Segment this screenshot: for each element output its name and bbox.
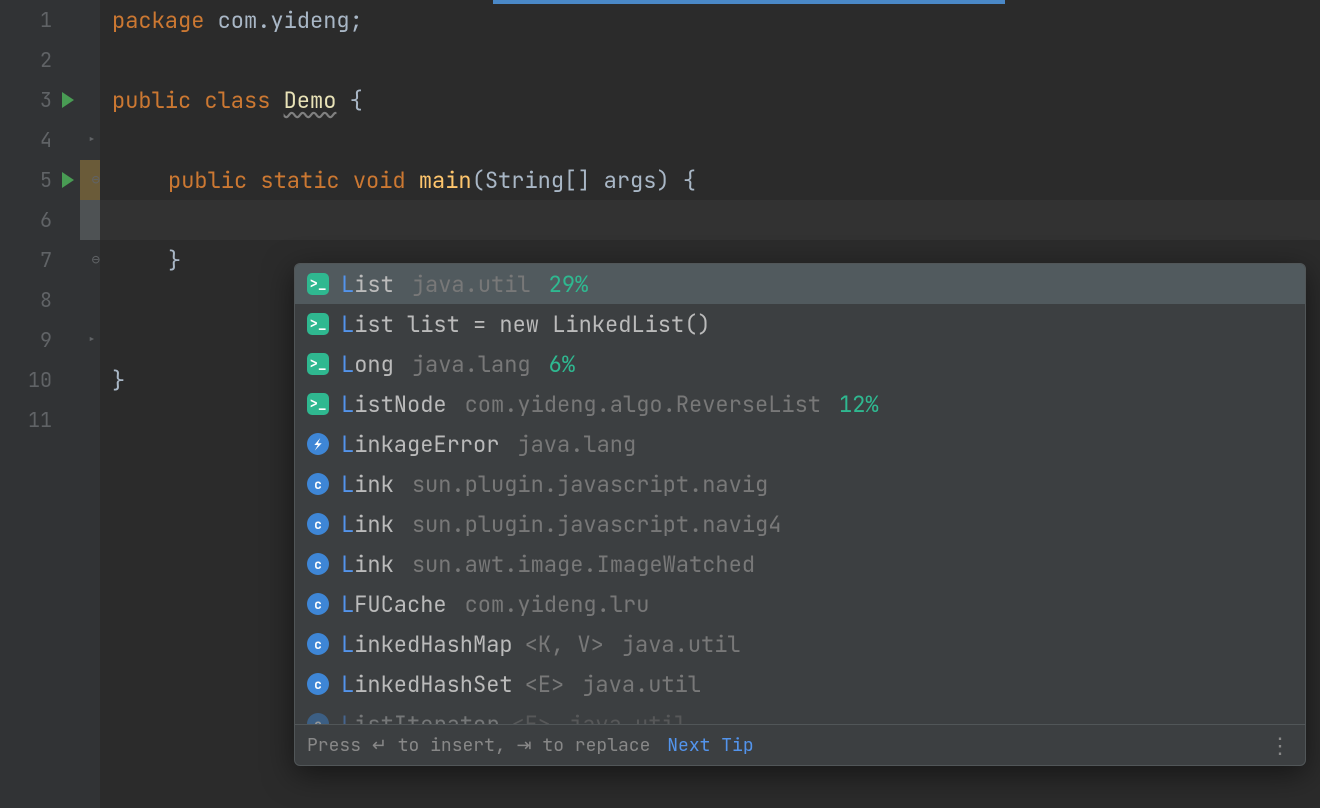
- live-template-icon: >_: [307, 353, 329, 375]
- live-template-icon: >_: [307, 273, 329, 295]
- more-options-icon[interactable]: ⋮: [1269, 731, 1293, 760]
- completion-item-detail: com.yideng.lru: [465, 590, 650, 619]
- fold-icon[interactable]: ⊖: [92, 251, 100, 269]
- completion-item-detail: sun.awt.image.ImageWatched: [412, 550, 755, 579]
- completion-item-generic: <E>: [511, 710, 551, 725]
- completion-item-generic: <E>: [525, 670, 565, 699]
- code-editor[interactable]: 1 2 3 4 ▸ 5 ⊖ 6 7 ⊖ 8 9 ▸ 10 11 packag: [0, 0, 1320, 808]
- completion-item[interactable]: >_ Long java.lang 6%: [295, 344, 1305, 384]
- completion-item[interactable]: c Link sun.plugin.javascript.navig4: [295, 504, 1305, 544]
- completion-item-name: LFUCache: [341, 590, 447, 619]
- completion-item[interactable]: >_ ListNode com.yideng.algo.ReverseList 1…: [295, 384, 1305, 424]
- completion-item-detail: java.util: [569, 710, 688, 725]
- code-text-area[interactable]: package com.yideng; public class Demo { …: [100, 0, 1320, 808]
- run-gutter-icon[interactable]: [62, 172, 74, 188]
- completion-item-detail: com.yideng.algo.ReverseList: [465, 390, 821, 419]
- completion-item-name: LinkedHashMap: [341, 630, 513, 659]
- exception-class-icon: ⚡: [307, 433, 329, 455]
- completion-item[interactable]: c ListIterator <E> java.util: [295, 704, 1305, 724]
- completion-item-percent: 6%: [549, 350, 575, 379]
- line-number: 3: [0, 80, 100, 120]
- code-line: public static void main(String[] args) {: [112, 160, 1320, 200]
- completion-item[interactable]: >_ List list = new LinkedList(): [295, 304, 1305, 344]
- class-icon: c: [307, 713, 329, 724]
- line-number: 4 ▸: [0, 120, 100, 160]
- class-icon: c: [307, 473, 329, 495]
- completion-item[interactable]: >_ List java.util 29%: [295, 264, 1305, 304]
- completion-item-name: List list = new LinkedList(): [341, 310, 711, 339]
- line-number: 10: [0, 360, 100, 400]
- completion-item[interactable]: ⚡ LinkageError java.lang: [295, 424, 1305, 464]
- code-line: [112, 120, 1320, 160]
- completion-item[interactable]: c LinkedHashMap <K, V> java.util: [295, 624, 1305, 664]
- gutter: 1 2 3 4 ▸ 5 ⊖ 6 7 ⊖ 8 9 ▸ 10 11: [0, 0, 100, 808]
- completion-item-name: LinkageError: [341, 430, 499, 459]
- code-line: public class Demo {: [112, 80, 1320, 120]
- completion-item-detail: java.lang: [412, 350, 531, 379]
- run-gutter-icon[interactable]: [62, 92, 74, 108]
- completion-item[interactable]: c Link sun.plugin.javascript.navig: [295, 464, 1305, 504]
- completion-item-generic: <K, V>: [525, 630, 604, 659]
- completion-item-name: Link: [341, 550, 394, 579]
- class-icon: c: [307, 553, 329, 575]
- line-number: 8: [0, 280, 100, 320]
- completion-item[interactable]: c LFUCache com.yideng.lru: [295, 584, 1305, 624]
- completion-item-name: LinkedHashSet: [341, 670, 513, 699]
- fold-icon[interactable]: ⊖: [92, 171, 100, 189]
- line-number: 6: [0, 200, 100, 240]
- completion-item-detail: java.util: [412, 270, 531, 299]
- code-line: [112, 40, 1320, 80]
- next-tip-link[interactable]: Next Tip: [667, 734, 753, 757]
- completion-item-name: ListIterator: [341, 710, 499, 725]
- line-number: 11: [0, 400, 100, 440]
- live-template-icon: >_: [307, 313, 329, 335]
- completion-item-percent: 12%: [839, 390, 879, 419]
- completion-item-detail: java.util: [582, 670, 701, 699]
- completion-footer: Press ↵ to insert, ⇥ to replace Next Tip…: [295, 724, 1305, 765]
- completion-item-name: Long: [341, 350, 394, 379]
- line-number: 7 ⊖: [0, 240, 100, 280]
- active-line-highlight: [100, 200, 1320, 240]
- code-line: package com.yideng;: [112, 0, 1320, 40]
- completion-item-name: ListNode: [341, 390, 447, 419]
- class-icon: c: [307, 513, 329, 535]
- completion-item-name: List: [341, 270, 394, 299]
- completion-item[interactable]: c Link sun.awt.image.ImageWatched: [295, 544, 1305, 584]
- class-icon: c: [307, 633, 329, 655]
- footer-hint: Press ↵ to insert, ⇥ to replace Next Tip: [307, 734, 754, 757]
- fold-icon[interactable]: ▸: [88, 131, 96, 149]
- class-icon: c: [307, 673, 329, 695]
- completion-item-detail: java.lang: [517, 430, 636, 459]
- line-number: 9 ▸: [0, 320, 100, 360]
- completion-item-detail: sun.plugin.javascript.navig: [412, 470, 768, 499]
- completion-item[interactable]: c LinkedHashSet <E> java.util: [295, 664, 1305, 704]
- completion-popup[interactable]: >_ List java.util 29% >_ List list = new Li…: [294, 263, 1306, 766]
- live-template-icon: >_: [307, 393, 329, 415]
- completion-item-detail: sun.plugin.javascript.navig4: [412, 510, 782, 539]
- completion-item-detail: java.util: [622, 630, 741, 659]
- line-number: 2: [0, 40, 100, 80]
- fold-icon[interactable]: ▸: [88, 331, 96, 349]
- line-number: 5 ⊖: [0, 160, 100, 200]
- completion-item-percent: 29%: [549, 270, 589, 299]
- completion-list[interactable]: >_ List java.util 29% >_ List list = new Li…: [295, 264, 1305, 724]
- class-icon: c: [307, 593, 329, 615]
- line-number: 1: [0, 0, 100, 40]
- completion-item-name: Link: [341, 510, 394, 539]
- completion-item-name: Link: [341, 470, 394, 499]
